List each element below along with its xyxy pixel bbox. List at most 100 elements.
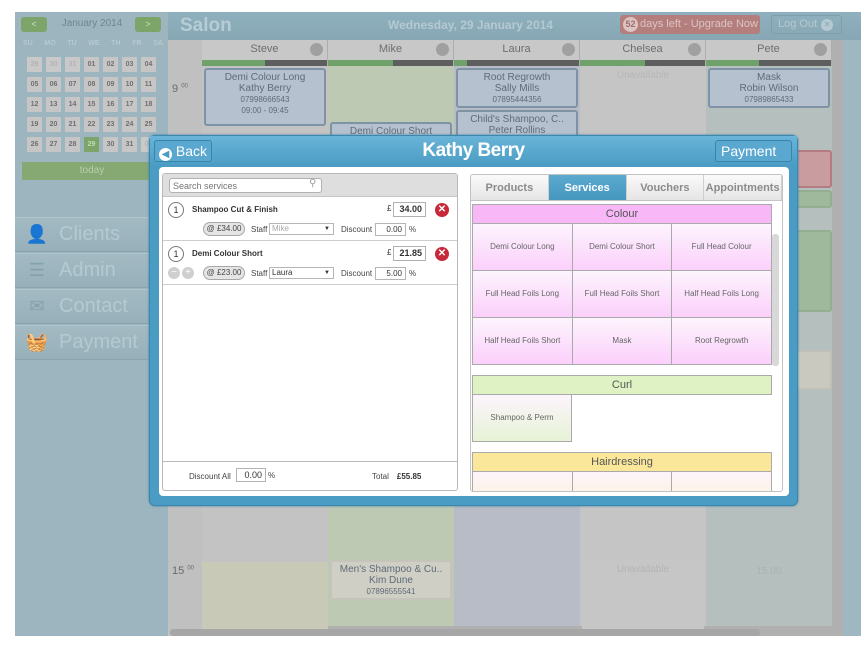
calendar-day[interactable]: 21 (65, 117, 80, 132)
calendar-day[interactable]: 11 (141, 77, 156, 92)
staff-header-steve[interactable]: Steve (202, 40, 328, 60)
horizontal-scrollbar[interactable] (170, 629, 760, 636)
nav-contact[interactable]: ✉ Contact (15, 289, 168, 324)
service-button[interactable]: GHD Curl (572, 472, 673, 491)
top-bar: Salon Wednesday, 29 January 2014 52 days … (168, 12, 861, 40)
calendar-day[interactable]: 27 (46, 137, 61, 152)
calendar-day-selected[interactable]: 29 (84, 137, 99, 152)
tab-services[interactable]: Services (548, 175, 627, 200)
calendar-day[interactable]: 20 (46, 117, 61, 132)
logout-button[interactable]: Log Out ✕ (771, 15, 842, 34)
tab-vouchers[interactable]: Vouchers (626, 175, 705, 200)
vertical-scrollbar[interactable] (772, 234, 779, 366)
discount-input[interactable]: 5.00 (375, 267, 406, 280)
search-services-input[interactable] (169, 178, 322, 193)
calendar-day[interactable]: 30 (103, 137, 118, 152)
prev-month-button[interactable]: < (21, 17, 47, 32)
discount-all-input[interactable]: 0.00 (236, 468, 266, 482)
calendar-day[interactable]: 18 (141, 97, 156, 112)
staff-header-laura[interactable]: Laura (454, 40, 580, 60)
upgrade-button[interactable]: 52 days left - Upgrade Now (620, 15, 760, 34)
price-input[interactable]: 21.85 (393, 246, 426, 261)
plus-icon[interactable]: + (182, 267, 194, 279)
remove-item-icon[interactable]: ✕ (435, 203, 449, 217)
calendar-day[interactable]: 14 (65, 97, 80, 112)
service-button[interactable]: Demi Colour Short (572, 224, 673, 271)
staff-header-pete[interactable]: Pete (706, 40, 832, 60)
chevron-down-icon[interactable] (310, 43, 323, 56)
staff-select[interactable]: Laura ▼ (269, 267, 334, 279)
service-button[interactable]: Mask (572, 318, 673, 365)
appointment[interactable]: Men's Shampoo & Cu.. Kim Dune 07896555541 (330, 560, 452, 600)
calendar-day[interactable]: 10 (122, 77, 137, 92)
nav-payment[interactable]: 🧺 Payment (15, 325, 168, 360)
payment-button[interactable]: Payment ▶ (715, 140, 792, 181)
total-value: £55.85 (396, 472, 422, 481)
calendar-day[interactable]: 06 (46, 77, 61, 92)
minus-icon[interactable]: − (168, 267, 180, 279)
appointment[interactable]: Demi Colour Long Kathy Berry 07998666543 09… (204, 68, 326, 126)
calendar-day[interactable]: 07 (65, 77, 80, 92)
calendar-day[interactable]: 08 (84, 77, 99, 92)
staff-label: Staff (251, 269, 268, 278)
staff-header-mike[interactable]: Mike (328, 40, 454, 60)
calendar-day[interactable]: 23 (103, 117, 118, 132)
next-month-button[interactable]: > (135, 17, 161, 32)
basket-icon: 🧺 (25, 332, 49, 352)
current-date: Wednesday, 29 January 2014 (388, 18, 553, 32)
service-button[interactable]: Half Head Foils Long (672, 271, 772, 318)
calendar-day[interactable]: 12 (27, 97, 42, 112)
service-button[interactable]: Root Regrowth (672, 318, 772, 365)
calendar-day[interactable]: 15 (84, 97, 99, 112)
calendar-day[interactable]: 02 (103, 57, 118, 72)
nav-admin[interactable]: ☰ Admin (15, 253, 168, 288)
service-button[interactable]: Demi Colour Long (473, 224, 573, 271)
appointment[interactable]: Mask Robin Wilson 07989865433 (708, 68, 830, 108)
calendar-day[interactable]: 30 (46, 57, 61, 72)
calendar-day[interactable]: 09 (103, 77, 118, 92)
calendar-day[interactable]: 26 (27, 137, 42, 152)
service-button[interactable]: Shampoo & Perm (472, 395, 572, 442)
appointment[interactable]: Root Regrowth Sally Mills 07895444356 (456, 68, 578, 108)
chevron-down-icon[interactable] (436, 43, 449, 56)
calendar-day[interactable]: 31 (122, 137, 137, 152)
calendar-day[interactable]: 03 (122, 57, 137, 72)
steve-slot[interactable] (202, 562, 328, 632)
service-button[interactable]: Fringe Trim (473, 472, 573, 491)
chevron-down-icon[interactable] (688, 43, 701, 56)
calendar-day[interactable]: 25 (141, 117, 156, 132)
calendar-day[interactable]: 29 (27, 57, 42, 72)
nav-clients[interactable]: 👤 Clients (15, 217, 168, 252)
calendar-day[interactable]: 24 (122, 117, 137, 132)
percent-sign: % (409, 269, 417, 278)
calendar-day[interactable]: 05 (27, 77, 42, 92)
staff-select[interactable]: Mike ▼ (269, 223, 334, 235)
today-button[interactable]: today (22, 162, 162, 180)
service-button[interactable]: Full Head Foils Long (473, 271, 573, 318)
unit-price: @ £34.00 (203, 222, 245, 236)
calendar-day[interactable]: 13 (46, 97, 61, 112)
calendar-day[interactable]: 04 (141, 57, 156, 72)
service-button[interactable]: Shampoo & Finish (672, 472, 772, 491)
tab-appointments[interactable]: Appointments (704, 175, 782, 200)
price-input[interactable]: 34.00 (393, 202, 426, 217)
remove-item-icon[interactable]: ✕ (435, 247, 449, 261)
tab-products[interactable]: Products (471, 175, 549, 200)
chevron-down-icon[interactable] (562, 43, 575, 56)
calendar-day[interactable]: 01 (84, 57, 99, 72)
service-button[interactable]: Half Head Foils Short (473, 318, 573, 365)
calendar-day[interactable]: 16 (103, 97, 118, 112)
discount-input[interactable]: 0.00 (375, 223, 406, 236)
quantity-badge[interactable]: 1 (168, 202, 184, 218)
calendar-day[interactable]: 19 (27, 117, 42, 132)
quantity-badge[interactable]: 1 (168, 246, 184, 262)
calendar-day[interactable]: 22 (84, 117, 99, 132)
service-button[interactable]: Full Head Foils Short (572, 271, 673, 318)
calendar-day[interactable]: 17 (122, 97, 137, 112)
service-button[interactable]: Full Head Colour (672, 224, 772, 271)
modal-header: ◀ Back Kathy Berry Payment ▶ (150, 136, 797, 181)
staff-header-chelsea[interactable]: Chelsea (580, 40, 706, 60)
calendar-day[interactable]: 31 (65, 57, 80, 72)
chevron-down-icon[interactable] (814, 43, 827, 56)
calendar-day[interactable]: 28 (65, 137, 80, 152)
